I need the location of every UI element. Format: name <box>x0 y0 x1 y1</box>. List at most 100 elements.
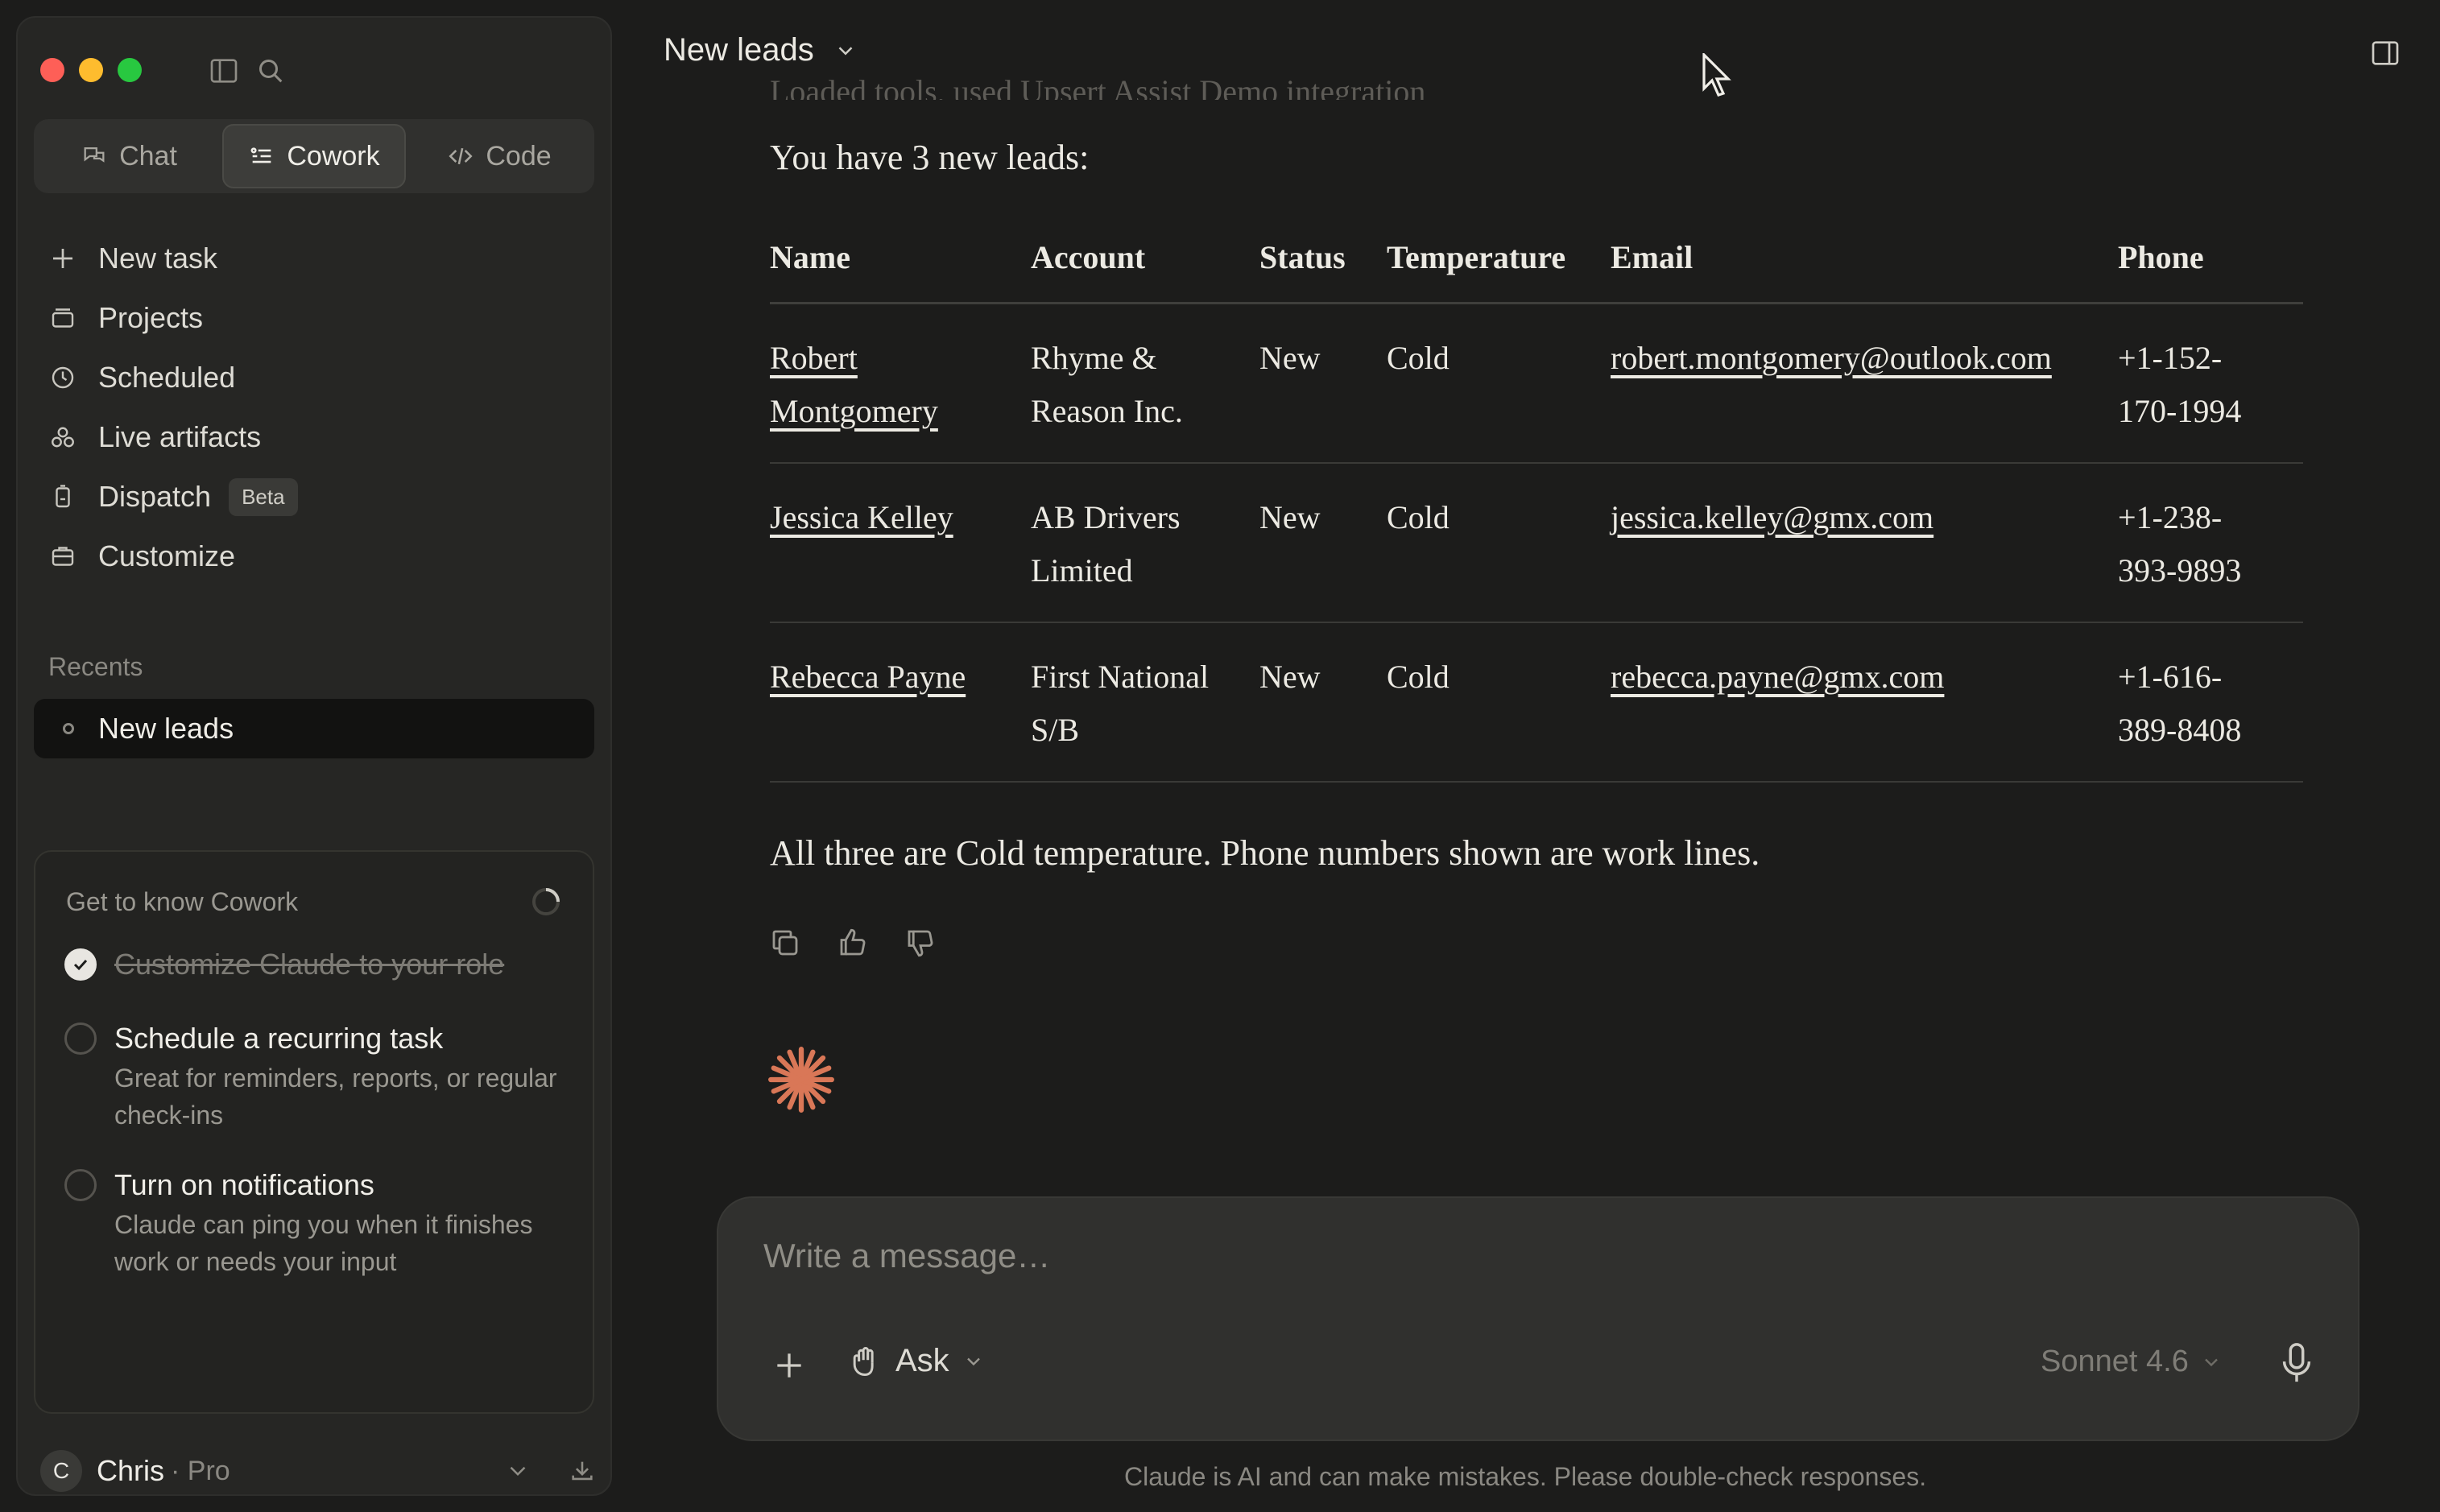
recent-item-new-leads[interactable]: New leads <box>34 699 594 758</box>
maximize-window-button[interactable] <box>118 58 142 82</box>
phone-cell: 393-9893 <box>2118 552 2242 589</box>
minimize-window-button[interactable] <box>79 58 103 82</box>
thumbs-down-icon[interactable] <box>904 926 937 960</box>
phone-cell: 170-1994 <box>2118 392 2242 429</box>
sidebar-item-label: Dispatch <box>98 480 212 513</box>
sidebar-item-projects[interactable]: Projects <box>34 288 594 348</box>
tab-cowork[interactable]: Cowork <box>222 124 406 188</box>
sidebar: Chat Cowork Code New task Projects Sched… <box>16 16 612 1496</box>
tab-code-label: Code <box>486 140 552 171</box>
clock-icon <box>52 366 74 389</box>
hand-icon <box>853 1346 874 1376</box>
thumbs-up-icon[interactable] <box>836 926 870 960</box>
account-cell: AB Drivers <box>1031 498 1181 535</box>
sidebar-item-label: New task <box>98 242 218 275</box>
sidebar-item-customize[interactable]: Customize <box>34 527 594 586</box>
page-title: New leads <box>664 32 814 68</box>
toggle-sidebar-icon[interactable] <box>208 55 240 87</box>
account-cell: S/B <box>1031 711 1080 748</box>
lead-name-link[interactable]: Montgomery <box>770 393 938 429</box>
recent-item-label: New leads <box>98 712 234 745</box>
plus-icon <box>53 249 72 268</box>
user-name: Chris <box>97 1454 165 1487</box>
table-row: Robert Montgomery Rhyme & Reason Inc. New … <box>770 303 2303 464</box>
card-title: Get to know Cowork <box>66 887 299 916</box>
message-summary: All three are Cold temperature. Phone nu… <box>770 833 1760 873</box>
column-header-name: Name <box>770 222 1031 304</box>
sidebar-item-label: Scheduled <box>98 361 236 394</box>
phone-cell: +1-152- <box>2118 339 2223 376</box>
sidebar-item-scheduled[interactable]: Scheduled <box>34 348 594 407</box>
mode-tabs: Chat Cowork Code <box>34 119 594 193</box>
ask-mode-label: Ask <box>895 1343 949 1378</box>
task-title: Turn on notifications <box>114 1168 374 1201</box>
sidebar-item-label: Customize <box>98 539 236 572</box>
lead-name-link[interactable]: Robert <box>770 340 858 376</box>
account-cell: Rhyme & <box>1031 339 1157 376</box>
artifacts-icon <box>52 427 74 448</box>
model-selector[interactable]: Sonnet 4.6 <box>2041 1345 2223 1379</box>
phone-cell: +1-238- <box>2118 498 2223 535</box>
email-link[interactable]: jessica.kelley@gmx.com <box>1611 499 1933 535</box>
email-link[interactable]: rebecca.payne@gmx.com <box>1611 659 1944 695</box>
sidebar-nav: New task Projects Scheduled Live artifac… <box>34 229 594 586</box>
status-cell: New <box>1259 622 1387 783</box>
leads-table: Name Account Status Temperature Email Ph… <box>770 222 2303 783</box>
beta-badge: Beta <box>229 477 298 516</box>
recents-heading: Recents <box>48 652 143 681</box>
account-cell: First National <box>1031 658 1210 695</box>
lead-name-link[interactable]: Rebecca Payne <box>770 659 966 695</box>
temperature-cell: Cold <box>1387 462 1611 623</box>
sidebar-item-live-artifacts[interactable]: Live artifacts <box>34 407 594 467</box>
dispatch-icon <box>56 485 70 508</box>
model-label: Sonnet 4.6 <box>2041 1345 2189 1378</box>
search-icon[interactable] <box>254 55 287 87</box>
message-input[interactable] <box>763 1237 2293 1275</box>
column-header-email: Email <box>1611 222 2118 304</box>
task-description: Great for reminders, reports, or regular… <box>114 1064 557 1130</box>
cowork-icon <box>250 147 271 163</box>
code-brackets-icon <box>449 147 473 165</box>
microphone-icon[interactable] <box>2277 1341 2316 1385</box>
avatar: C <box>40 1450 82 1492</box>
conversation-title-dropdown[interactable]: New leads <box>664 32 858 68</box>
table-row: Rebecca Payne First National S/B New Cold… <box>770 622 2303 783</box>
column-header-temperature: Temperature <box>1387 222 1611 304</box>
task-description: Claude can ping you when it finishes wor… <box>114 1210 533 1276</box>
window-controls <box>40 58 142 82</box>
ask-mode-dropdown[interactable]: Ask <box>847 1343 985 1379</box>
chevron-down-icon[interactable] <box>504 1457 531 1485</box>
onboarding-task-notifications[interactable]: Turn on notifications Claude can ping yo… <box>64 1167 572 1280</box>
message-composer: Ask Sonnet 4.6 <box>717 1196 2359 1441</box>
briefcase-icon <box>52 547 74 566</box>
chat-bubbles-icon <box>84 147 105 163</box>
tab-code[interactable]: Code <box>409 124 589 188</box>
status-cell: New <box>1259 462 1387 623</box>
message-intro: You have 3 new leads: <box>770 138 1090 177</box>
empty-check-circle-icon <box>64 1169 97 1201</box>
copy-icon[interactable] <box>768 926 802 960</box>
column-header-account: Account <box>1031 222 1259 304</box>
lead-name-link[interactable]: Jessica Kelley <box>770 499 953 535</box>
claude-spark-icon <box>768 1047 834 1113</box>
sidebar-item-new-task[interactable]: New task <box>34 229 594 288</box>
column-header-phone: Phone <box>2118 222 2303 304</box>
sidebar-item-dispatch[interactable]: Dispatch Beta <box>34 467 594 527</box>
add-attachment-icon[interactable] <box>771 1348 807 1383</box>
onboarding-task-schedule[interactable]: Schedule a recurring task Great for remi… <box>64 1021 572 1134</box>
chevron-down-icon <box>966 1357 980 1365</box>
email-link[interactable]: robert.montgomery@outlook.com <box>1611 340 2052 376</box>
account-cell: Limited <box>1031 552 1133 589</box>
status-dot-icon <box>63 723 74 734</box>
chevron-down-icon <box>2205 1358 2218 1366</box>
status-cell: New <box>1259 303 1387 464</box>
get-to-know-card: Get to know Cowork Customize Claude to y… <box>34 850 594 1414</box>
message-actions <box>768 926 937 960</box>
onboarding-task-customize[interactable]: Customize Claude to your role <box>64 947 572 982</box>
tab-chat[interactable]: Chat <box>39 124 219 188</box>
download-icon[interactable] <box>569 1457 596 1485</box>
folder-icon <box>52 308 74 328</box>
user-account-row[interactable]: C Chris · Pro <box>40 1443 596 1499</box>
close-window-button[interactable] <box>40 58 64 82</box>
side-panel-icon[interactable] <box>2369 37 2401 69</box>
